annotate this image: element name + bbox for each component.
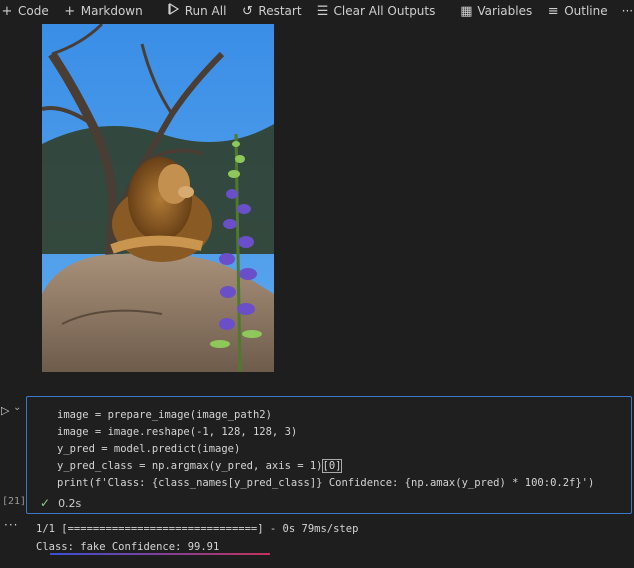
check-icon: ✓ (40, 496, 51, 510)
add-code-label: Code (18, 4, 49, 18)
more-actions-button[interactable]: ··· (622, 4, 633, 18)
execution-count: [21] (2, 496, 27, 507)
code-line-4-index: [0] (321, 459, 343, 473)
run-cell-icon[interactable]: ▷ (1, 404, 9, 417)
run-all-label: Run All (184, 4, 227, 18)
add-markdown-button[interactable]: + Markdown (63, 3, 143, 19)
restart-icon: ↺ (241, 3, 253, 19)
result-underline (50, 553, 270, 555)
run-all-button[interactable]: Run All (167, 2, 227, 19)
outline-icon: ≡ (547, 3, 559, 19)
code-line-1: image = prepare_image(image_path2) (57, 409, 272, 421)
plus-icon: + (1, 3, 13, 19)
run-all-icon (167, 2, 181, 19)
code-cell[interactable]: image = prepare_image(image_path2) image… (26, 396, 632, 514)
output-menu-icon[interactable]: ··· (4, 518, 18, 532)
more-icon: ··· (621, 4, 634, 18)
notebook-toolbar: + Code + Markdown Run All ↺ Restart ☰ Cl… (0, 0, 634, 22)
cell-gutter: ▷ ⌄ (0, 396, 26, 512)
clear-outputs-button[interactable]: ☰ Clear All Outputs (316, 4, 436, 19)
code-line-3: y_pred = model.predict(image) (57, 443, 241, 455)
execution-status: ✓ 0.2s (40, 496, 81, 510)
code-editor[interactable]: image = prepare_image(image_path2) image… (57, 407, 594, 492)
code-line-2: image = image.reshape(-1, 128, 128, 3) (57, 426, 298, 438)
execution-duration: 0.2s (58, 496, 82, 510)
cell-output: 1/1 [==============================] - 0… (36, 520, 358, 556)
progress-line: 1/1 [==============================] - 0… (36, 523, 359, 535)
variables-button[interactable]: ▦ Variables (459, 4, 532, 19)
code-line-4-main: y_pred_class = np.argmax(y_pred, axis = … (57, 460, 323, 472)
restart-button[interactable]: ↺ Restart (240, 3, 302, 19)
variables-icon: ▦ (460, 3, 473, 19)
result-line: Class: fake Confidence: 99.91 (36, 541, 220, 553)
code-line-4: y_pred_class = np.argmax(y_pred, axis = … (57, 459, 343, 473)
outline-label: Outline (564, 4, 608, 18)
lion-photo (42, 24, 274, 372)
restart-label: Restart (258, 4, 302, 18)
variables-label: Variables (477, 4, 533, 18)
clear-outputs-label: Clear All Outputs (333, 4, 436, 18)
add-markdown-label: Markdown (80, 4, 143, 18)
add-code-button[interactable]: + Code (0, 4, 49, 19)
chevron-down-icon[interactable]: ⌄ (13, 402, 21, 413)
previous-cell-output (0, 22, 634, 394)
outline-button[interactable]: ≡ Outline (546, 3, 608, 19)
clear-all-icon: ☰ (316, 3, 329, 19)
plus-icon: + (64, 3, 76, 19)
code-line-5: print(f'Class: {class_names[y_pred_class… (57, 477, 595, 489)
